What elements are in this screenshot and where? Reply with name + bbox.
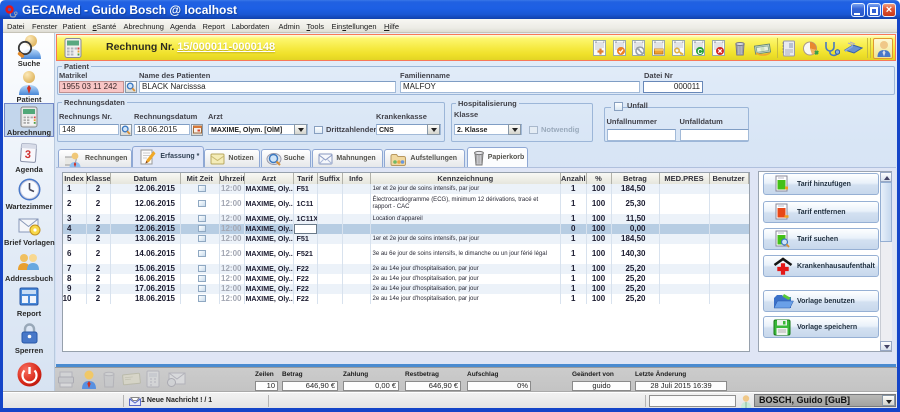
svg-text:3: 3 [24,149,31,161]
svg-text:C: C [698,49,703,56]
